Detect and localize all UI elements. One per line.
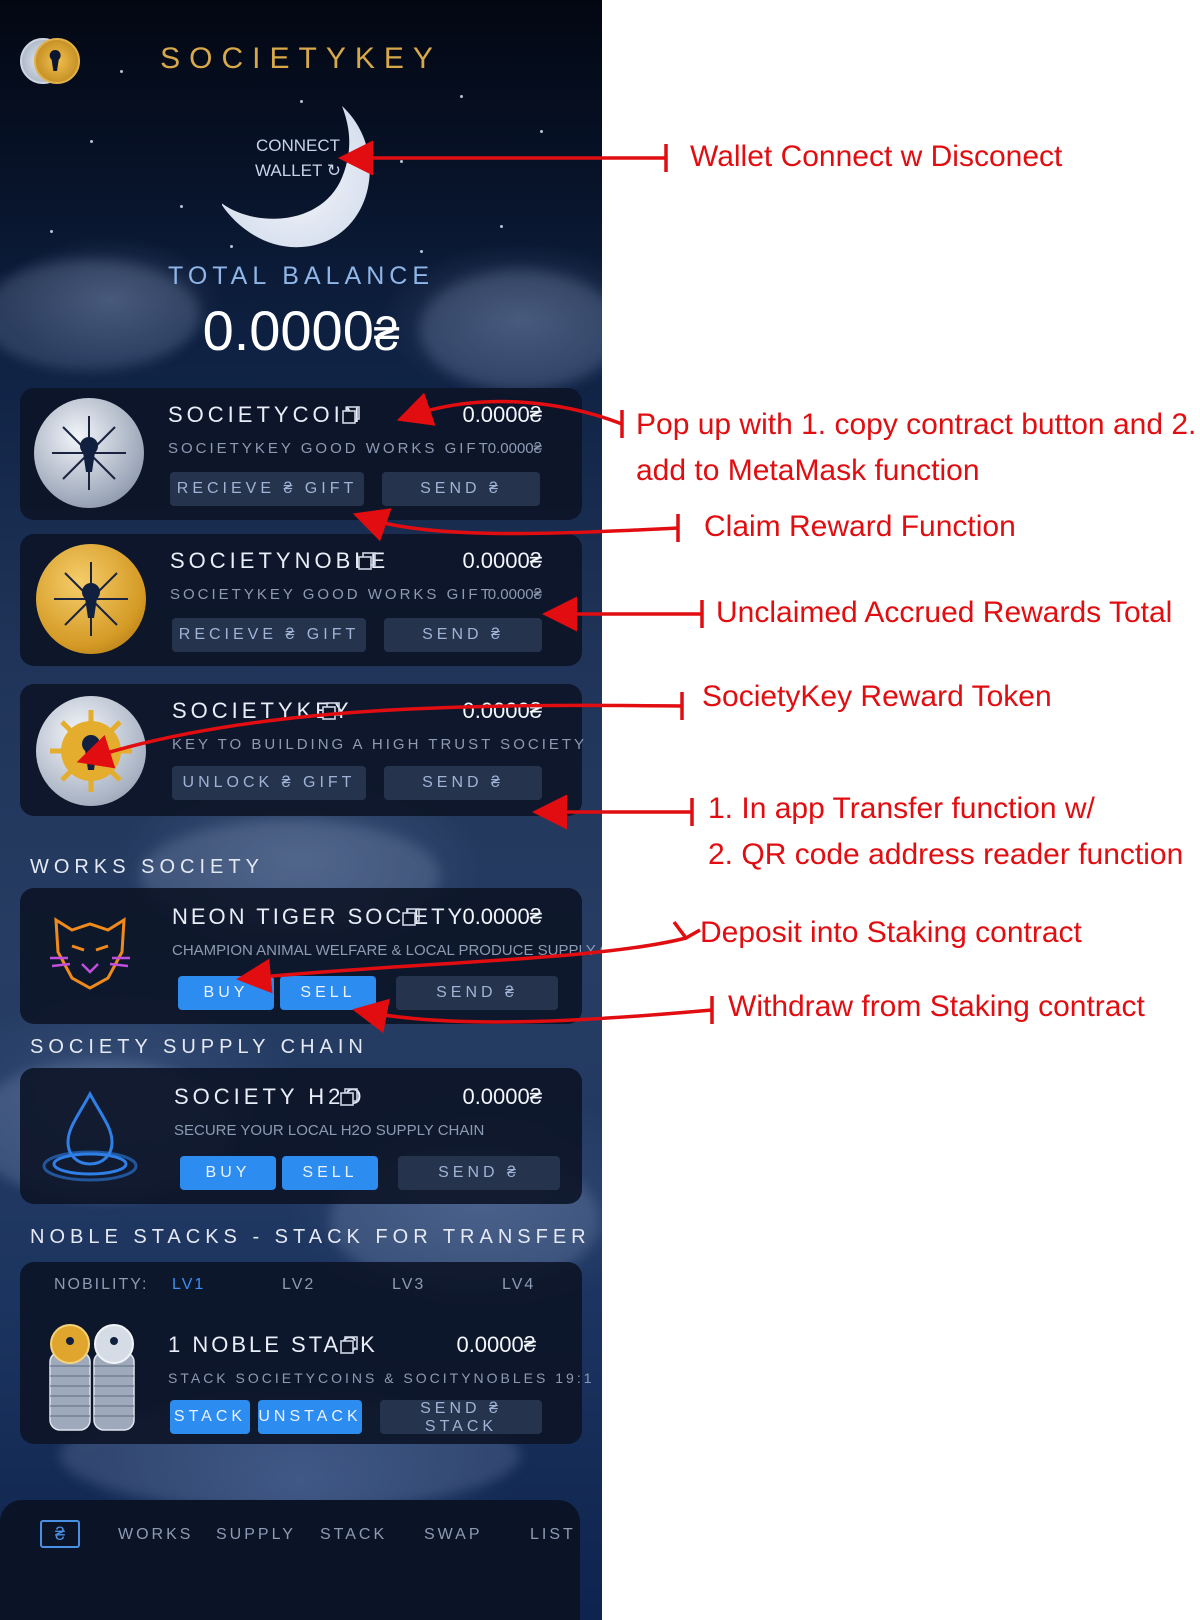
token-subtitle: SECURE YOUR LOCAL H2O SUPPLY CHAIN xyxy=(174,1122,485,1139)
annotation-wallet-connect: Wallet Connect w Disconect xyxy=(690,140,1063,173)
token-balance: 0.0000₴ xyxy=(462,698,542,723)
annotation-withdraw-staking: Withdraw from Staking contract xyxy=(728,990,1145,1023)
send-stack-button[interactable]: SEND ₴ STACK xyxy=(380,1400,542,1435)
annotation-transfer-1: 1. In app Transfer function w/ xyxy=(708,792,1095,825)
token-subtitle: SOCIETYKEY GOOD WORKS GIFT xyxy=(168,440,491,457)
connect-label-1: CONNECT xyxy=(255,136,341,155)
supply-card-h2o: SOCIETY H2O 0.0000₴ SECURE YOUR LOCAL H2… xyxy=(20,1068,582,1204)
token-balance: 0.0000₴ xyxy=(456,1332,536,1357)
star xyxy=(180,205,183,208)
level-tab-4[interactable]: LV4 xyxy=(502,1276,535,1294)
annotation-deposit-staking: Deposit into Staking contract xyxy=(700,916,1082,949)
token-name: SOCIETYCOIN xyxy=(168,402,364,427)
societynoble-coin-icon xyxy=(36,544,146,654)
star xyxy=(400,160,403,163)
nav-list[interactable]: LIST xyxy=(530,1526,576,1544)
unlock-gift-button[interactable]: UNLOCK ₴ GIFT xyxy=(172,766,366,800)
copy-icon[interactable] xyxy=(340,1088,358,1106)
societykey-coin-icon xyxy=(36,696,146,806)
nav-swap[interactable]: SWAP xyxy=(424,1526,483,1544)
token-subtitle: STACK SOCIETYCOINS & SOCITYNOBLES 19:1 xyxy=(168,1370,595,1386)
brand-title: SOCIETYKEY xyxy=(160,42,442,75)
star xyxy=(420,250,423,253)
nobility-label: NOBILITY: xyxy=(54,1276,149,1293)
token-subtitle: CHAMPION ANIMAL WELFARE & LOCAL PRODUCE … xyxy=(172,942,602,959)
send-button[interactable]: SEND ₴ xyxy=(384,766,542,800)
token-balance: 0.0000₴ xyxy=(462,402,542,427)
level-tab-1[interactable]: LV1 xyxy=(172,1276,205,1294)
send-button[interactable]: SEND ₴ xyxy=(384,618,542,652)
section-works-society: WORKS SOCIETY xyxy=(30,856,264,878)
token-balance: 0.0000₴ xyxy=(462,1084,542,1109)
connect-wallet-button[interactable]: CONNECT WALLET ↻ xyxy=(248,133,348,183)
token-card-societynoble: SOCIETYNOBLE 0.0000₴ SOCIETYKEY GOOD WOR… xyxy=(20,534,582,666)
nav-works[interactable]: WORKS xyxy=(118,1526,193,1544)
coin-stack-icon xyxy=(49,1324,135,1431)
unclaimed-rewards-total: 0.0000₴ xyxy=(487,440,542,457)
section-noble-stacks: NOBLE STACKS - STACK FOR TRANSFER xyxy=(30,1226,591,1248)
token-subtitle: SOCIETYKEY GOOD WORKS GIFT xyxy=(170,586,493,603)
star xyxy=(50,230,53,233)
phone-screen: SOCIETYKEY CONNECT WALLET ↻ TOTAL BALANC… xyxy=(0,0,602,1620)
refresh-icon: ↻ xyxy=(326,161,342,180)
token-card-societycoin: SOCIETYCOIN 0.0000₴ SOCIETYKEY GOOD WORK… xyxy=(20,388,582,520)
buy-button[interactable]: BUY xyxy=(180,1156,276,1190)
total-balance-value: 0.0000₴ xyxy=(202,299,400,362)
societycoin-coin-icon xyxy=(34,398,144,508)
annotation-reward-token: SocietyKey Reward Token xyxy=(702,680,1052,713)
token-subtitle: KEY TO BUILDING A HIGH TRUST SOCIETY xyxy=(172,736,588,753)
token-card-societykey: SOCIETYKEY 0.0000₴ KEY TO BUILDING A HIG… xyxy=(20,684,584,816)
copy-icon[interactable] xyxy=(342,406,360,424)
star xyxy=(540,130,543,133)
bottom-nav: ₴ WORKS SUPPLY STACK SWAP LIST xyxy=(0,1500,580,1620)
stack-card: NOBILITY: LV1 LV2 LV3 LV4 1 NOBLE STACK … xyxy=(20,1262,592,1444)
annotation-claim-reward: Claim Reward Function xyxy=(704,510,1016,543)
star xyxy=(460,95,463,98)
neon-tiger-icon xyxy=(50,917,130,990)
section-supply-chain: SOCIETY SUPPLY CHAIN xyxy=(30,1036,368,1058)
send-button[interactable]: SEND ₴ xyxy=(396,976,558,1010)
sell-button[interactable]: SELL xyxy=(282,1156,378,1190)
total-balance-label: TOTAL BALANCE xyxy=(168,262,434,290)
token-name: SOCIETY H2O xyxy=(174,1084,366,1109)
token-balance: 0.0000₴ xyxy=(462,548,542,573)
token-name: SOCIETYNOBLE xyxy=(170,548,390,573)
wallet-home-icon[interactable]: ₴ xyxy=(40,1520,80,1548)
stack-button[interactable]: STACK xyxy=(170,1400,250,1434)
nav-stack[interactable]: STACK xyxy=(320,1526,387,1544)
send-button[interactable]: SEND ₴ xyxy=(398,1156,560,1190)
annotation-copy-popup-2: add to MetaMask function xyxy=(636,454,980,487)
star xyxy=(500,225,503,228)
receive-gift-button[interactable]: RECIEVE ₴ GIFT xyxy=(170,472,364,506)
level-tab-2[interactable]: LV2 xyxy=(282,1276,315,1294)
unclaimed-rewards-total: 0.0000₴ xyxy=(487,586,542,603)
works-card-neon-tiger: NEON TIGER SOCIETY 0.0000₴ CHAMPION ANIM… xyxy=(20,888,602,1024)
copy-icon[interactable] xyxy=(340,1336,358,1354)
water-drop-icon xyxy=(42,1090,138,1182)
connect-label-2: WALLET xyxy=(254,161,323,180)
unstack-button[interactable]: UNSTACK xyxy=(258,1400,362,1434)
receive-gift-button[interactable]: RECIEVE ₴ GIFT xyxy=(172,618,366,652)
level-tab-3[interactable]: LV3 xyxy=(392,1276,425,1294)
send-button[interactable]: SEND ₴ xyxy=(382,472,540,506)
annotation-unclaimed-rewards: Unclaimed Accrued Rewards Total xyxy=(716,596,1173,629)
nav-supply[interactable]: SUPPLY xyxy=(216,1526,296,1544)
annotation-copy-popup-1: Pop up with 1. copy contract button and … xyxy=(636,408,1197,441)
annotation-transfer-2: 2. QR code address reader function xyxy=(708,838,1184,871)
copy-icon[interactable] xyxy=(358,552,376,570)
star xyxy=(90,140,93,143)
token-balance: 0.0000₴ xyxy=(462,904,542,929)
copy-icon[interactable] xyxy=(322,702,340,720)
sell-button[interactable]: SELL xyxy=(280,976,376,1010)
buy-button[interactable]: BUY xyxy=(178,976,274,1010)
